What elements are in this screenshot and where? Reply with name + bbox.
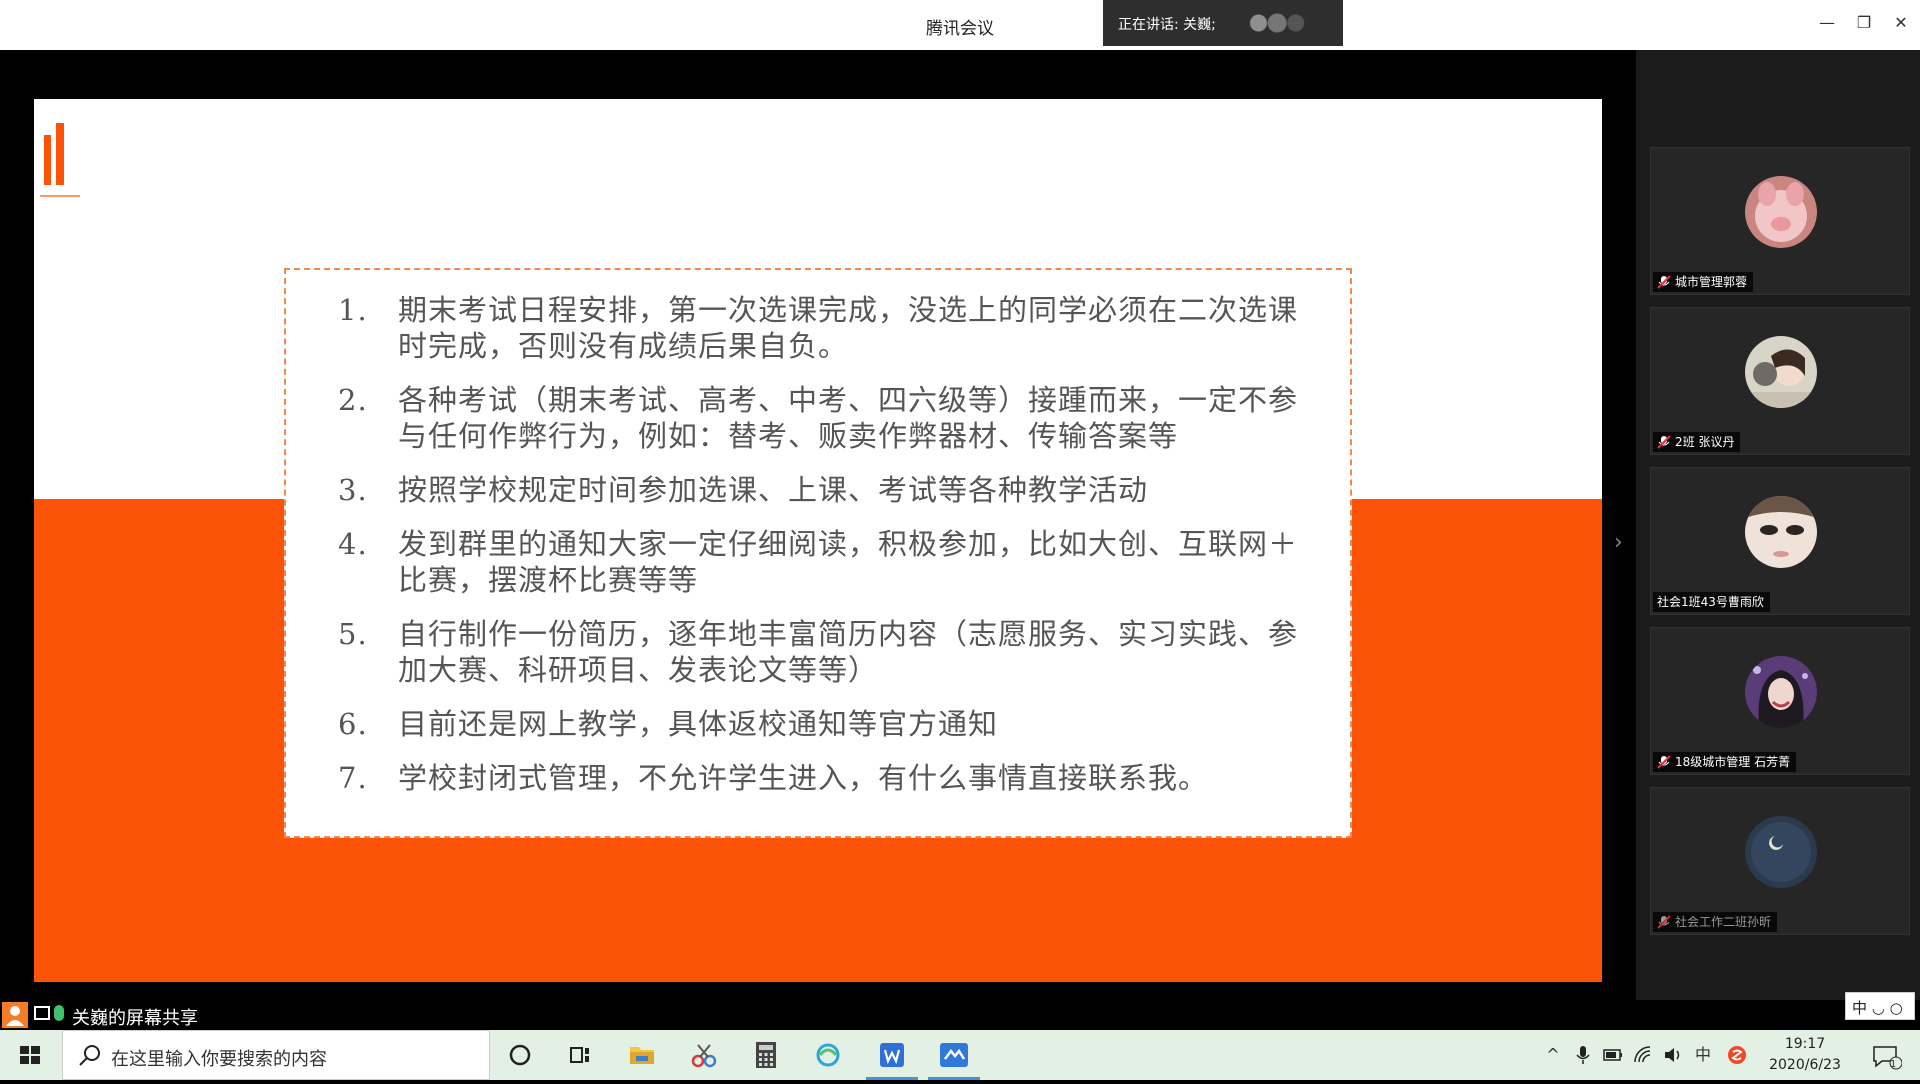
task-view-icon: [570, 1047, 589, 1063]
show-hidden-icons-chevron-up-icon[interactable]: ^: [1542, 1044, 1564, 1066]
search-placeholder: 在这里输入你要搜索的内容: [111, 1049, 327, 1070]
collapse-panel-chevron-icon[interactable]: ›: [1614, 530, 1623, 555]
tencent-meeting-icon: [940, 1043, 968, 1067]
notice-box: 1. 期末考试日程安排，第一次选课完成，没选上的同学必须在二次选课时完成，否则没有…: [284, 268, 1352, 838]
participant-name-tag: 18级城市管理 石芳菁: [1653, 752, 1797, 772]
notice-item: 6. 目前还是网上教学，具体返校通知等官方通知: [338, 706, 1310, 742]
notification-center-icon[interactable]: 1: [1870, 1044, 1904, 1070]
notice-text: 各种考试（期末考试、高考、中考、四六级等）接踵而来，一定不参与任何作弊行为，例如…: [398, 383, 1299, 453]
notice-number: 7.: [338, 761, 368, 795]
participant-name-tag: 社会1班43号曹雨欣: [1653, 592, 1770, 612]
notice-item: 2. 各种考试（期末考试、高考、中考、四六级等）接踵而来，一定不参与任何作弊行为，…: [338, 382, 1310, 454]
tencent-meeting-button[interactable]: [924, 1030, 984, 1080]
title-bar: 腾讯会议 正在讲话: 关巍; — ❐ ✕: [0, 0, 1920, 50]
participant-name-tag: 2班 张议丹: [1653, 432, 1741, 452]
screen-share-bar: 关巍的屏幕共享 中 ◡ ○: [0, 992, 1920, 1030]
notice-number: 3.: [338, 473, 368, 507]
avatar: [1745, 496, 1817, 568]
wifi-icon[interactable]: [1632, 1044, 1654, 1066]
speaker-text: 正在讲话: 关巍;: [1118, 17, 1216, 33]
calculator-icon: [756, 1042, 776, 1068]
clock-time: 19:17: [1784, 1036, 1826, 1052]
wps-writer-button[interactable]: [862, 1030, 922, 1080]
screen-share-label: 关巍的屏幕共享: [72, 1008, 198, 1029]
task-view-button[interactable]: [550, 1030, 610, 1080]
search-icon: [79, 1045, 100, 1066]
participant-card[interactable]: 城市管理郭蓉: [1650, 147, 1910, 295]
shared-slide: 1. 期末考试日程安排，第一次选课完成，没选上的同学必须在二次选课时完成，否则没有…: [34, 99, 1602, 982]
clock-date: 2020/6/23: [1769, 1057, 1841, 1073]
battery-icon[interactable]: [1602, 1044, 1624, 1066]
microphone-icon[interactable]: [1572, 1044, 1594, 1066]
calculator-button[interactable]: [736, 1030, 796, 1080]
restore-button[interactable]: ❐: [1853, 12, 1875, 34]
meeting-stage: 1. 期末考试日程安排，第一次选课完成，没选上的同学必须在二次选课时完成，否则没有…: [0, 50, 1920, 1030]
folder-icon: [630, 1047, 654, 1064]
file-explorer-button[interactable]: [612, 1030, 672, 1080]
ime-toolbar[interactable]: 中 ◡ ○: [1845, 992, 1915, 1020]
ime-indicator[interactable]: 中: [1692, 1044, 1714, 1066]
app-title: 腾讯会议: [926, 19, 994, 39]
participant-name-tag: 城市管理郭蓉: [1653, 272, 1754, 292]
notice-list: 1. 期末考试日程安排，第一次选课完成，没选上的同学必须在二次选课时完成，否则没有…: [338, 292, 1310, 796]
snipping-tool-button[interactable]: [674, 1030, 734, 1080]
system-clock[interactable]: 19:17 2020/6/23: [1760, 1034, 1850, 1076]
notice-item: 4. 发到群里的通知大家一定仔细阅读，积极参加，比如大创、互联网＋比赛，摆渡杯比赛…: [338, 526, 1310, 598]
windows-icon: [20, 1046, 40, 1064]
notice-text: 按照学校规定时间参加选课、上课、考试等各种教学活动: [398, 473, 1149, 507]
browser-button[interactable]: [798, 1030, 858, 1080]
participant-panel: 城市管理郭蓉 2班 张议丹 社会1班43号曹雨欣 18级城市管理 石芳菁 社会工…: [1636, 50, 1920, 1030]
speaker-banner: 正在讲话: 关巍;: [1103, 0, 1343, 46]
sogou-ime-icon[interactable]: [1726, 1044, 1748, 1066]
notice-item: 3. 按照学校规定时间参加选课、上课、考试等各种教学活动: [338, 472, 1310, 508]
participant-card[interactable]: 2班 张议丹: [1650, 307, 1910, 455]
cortana-icon: [509, 1044, 531, 1066]
notice-item: 1. 期末考试日程安排，第一次选课完成，没选上的同学必须在二次选课时完成，否则没有…: [338, 292, 1310, 364]
browser-icon: [816, 1043, 840, 1067]
person-icon: [2, 1002, 28, 1028]
avatar: [1745, 816, 1817, 888]
speaker-avatar-blur: [1243, 12, 1305, 34]
participant-card[interactable]: 18级城市管理 石芳菁: [1650, 627, 1910, 775]
notice-text: 目前还是网上教学，具体返校通知等官方通知: [398, 707, 999, 741]
taskbar-search-input[interactable]: 在这里输入你要搜索的内容: [62, 1030, 490, 1080]
notice-number: 6.: [338, 707, 368, 741]
notice-number: 1.: [338, 293, 368, 327]
start-button[interactable]: [0, 1030, 60, 1080]
volume-icon[interactable]: [1662, 1044, 1684, 1066]
screen-share-icon: [34, 1006, 50, 1020]
notice-item: 7. 学校封闭式管理，不允许学生进入，有什么事情直接联系我。: [338, 760, 1310, 796]
slide-logo: [40, 121, 80, 201]
notice-text: 期末考试日程安排，第一次选课完成，没选上的同学必须在二次选课时完成，否则没有成绩…: [398, 293, 1299, 363]
notice-text: 发到群里的通知大家一定仔细阅读，积极参加，比如大创、互联网＋比赛，摆渡杯比赛等等: [398, 527, 1299, 597]
notice-number: 4.: [338, 527, 368, 561]
cortana-button[interactable]: [490, 1030, 550, 1080]
participant-name-tag: 社会工作二班孙昕: [1653, 912, 1778, 932]
participant-card[interactable]: 社会工作二班孙昕: [1650, 787, 1910, 935]
mic-muted-icon: [1657, 755, 1671, 769]
participant-card[interactable]: 社会1班43号曹雨欣: [1650, 467, 1910, 615]
avatar: [1745, 176, 1817, 248]
notice-number: 5.: [338, 617, 368, 651]
scissors-icon: [691, 1044, 717, 1068]
taskbar: 在这里输入你要搜索的内容 ^ 中 19:17 2020/6/23 1: [0, 1030, 1920, 1080]
notice-text: 自行制作一份简历，逐年地丰富简历内容（志愿服务、实习实践、参加大赛、科研项目、发…: [398, 617, 1299, 687]
notice-item: 5. 自行制作一份简历，逐年地丰富简历内容（志愿服务、实习实践、参加大赛、科研项目…: [338, 616, 1310, 688]
close-button[interactable]: ✕: [1890, 12, 1912, 34]
minimize-button[interactable]: —: [1816, 12, 1838, 34]
notification-count: 1: [1890, 1059, 1897, 1070]
notice-number: 2.: [338, 383, 368, 417]
notice-text: 学校封闭式管理，不允许学生进入，有什么事情直接联系我。: [398, 761, 1209, 795]
mic-muted-icon: [1657, 275, 1671, 289]
mic-icon: [54, 1005, 64, 1021]
avatar: [1745, 656, 1817, 728]
mic-muted-icon: [1657, 435, 1671, 449]
wps-writer-icon: [880, 1043, 904, 1067]
avatar: [1745, 336, 1817, 408]
mic-muted-icon: [1657, 915, 1671, 929]
